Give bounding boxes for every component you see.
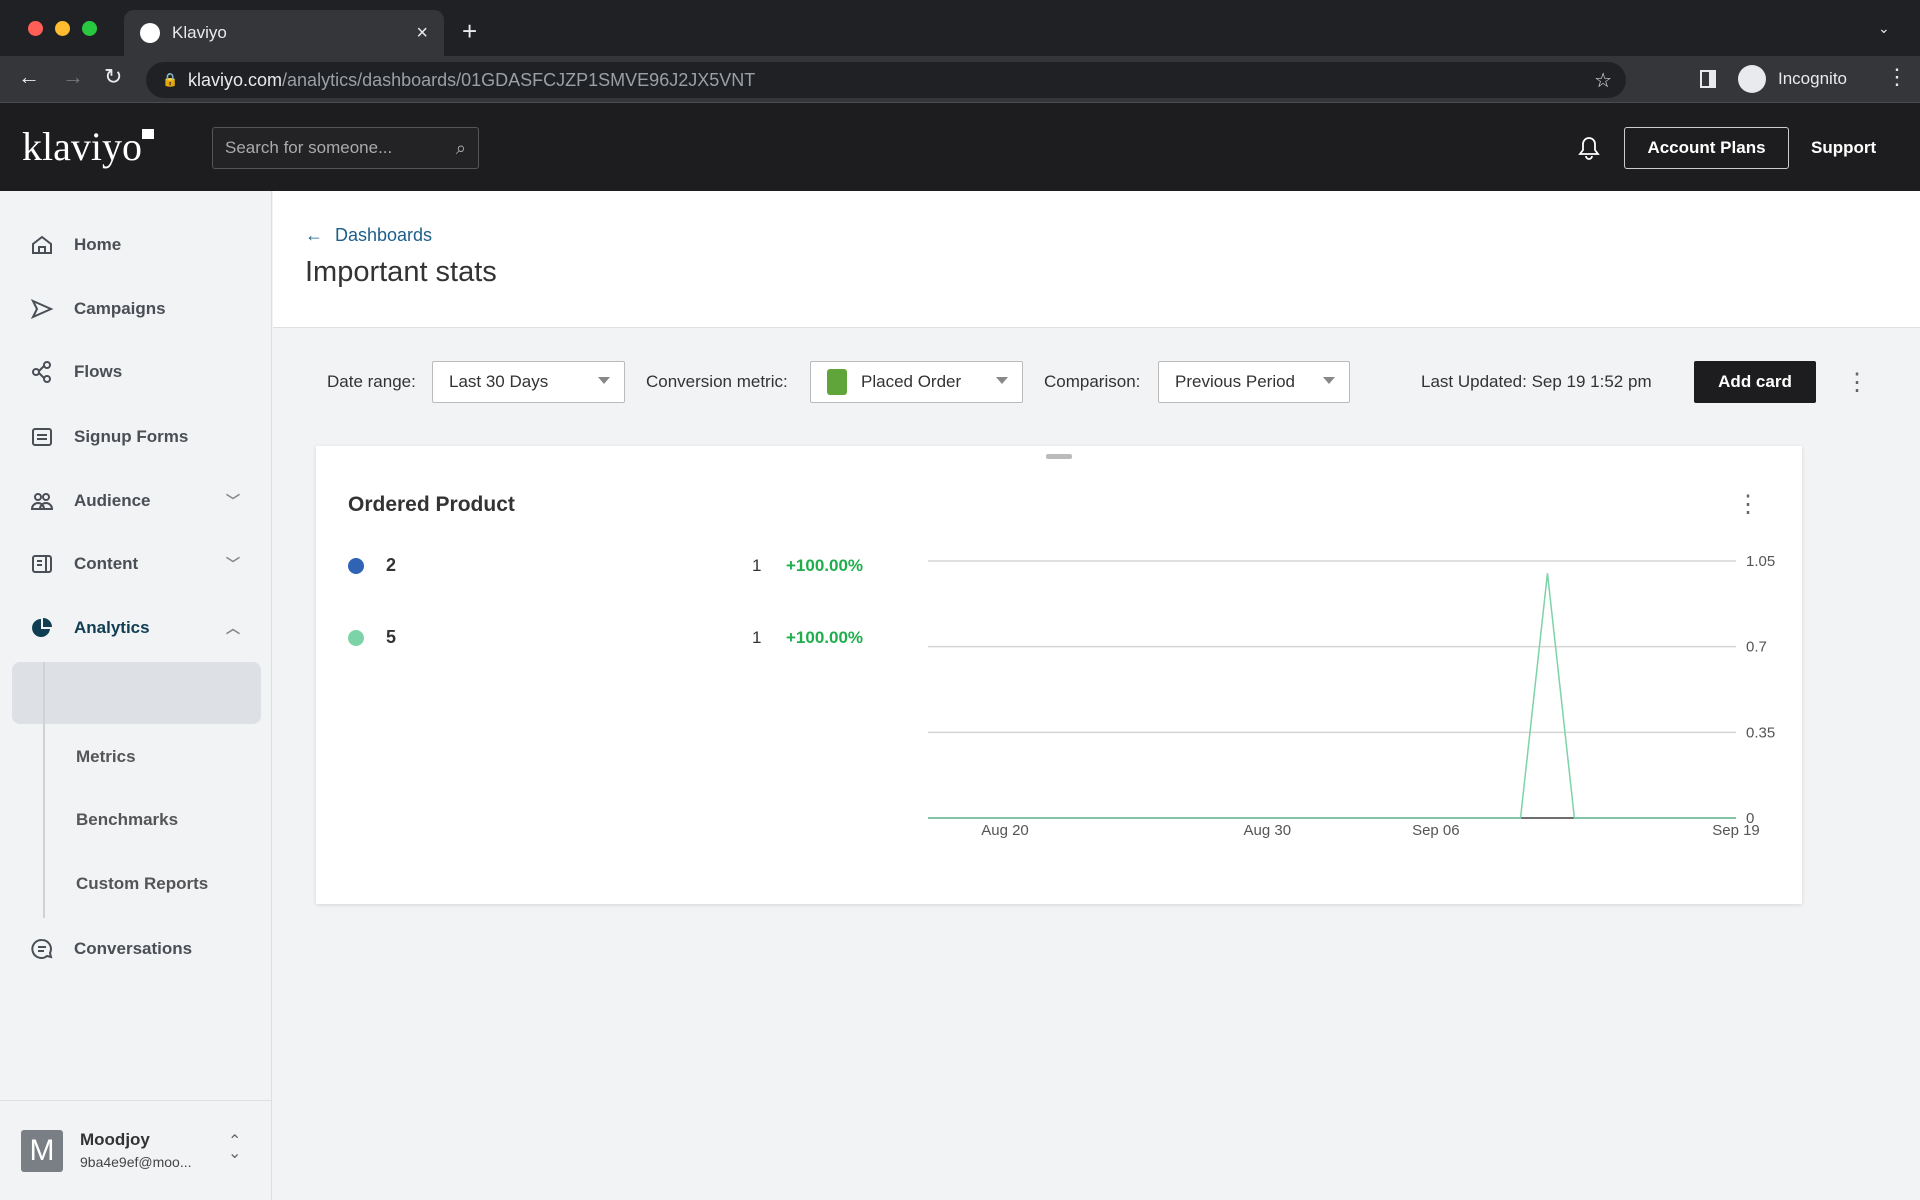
x-tick-label: Aug 30 <box>1244 822 1292 839</box>
line-chart: 00.350.71.05Aug 20 Aug 30 Sep 06 Sep 19 <box>928 553 1775 839</box>
y-tick-label: 0.7 <box>1746 639 1767 656</box>
x-tick-label: Aug 20 <box>981 822 1029 839</box>
x-tick-label: Sep 06 <box>1412 822 1460 839</box>
y-tick-label: 1.05 <box>1746 553 1775 570</box>
series-line-5 <box>928 573 1736 819</box>
y-tick-label: 0.35 <box>1746 724 1775 741</box>
x-tick-label: Sep 19 <box>1712 822 1760 839</box>
